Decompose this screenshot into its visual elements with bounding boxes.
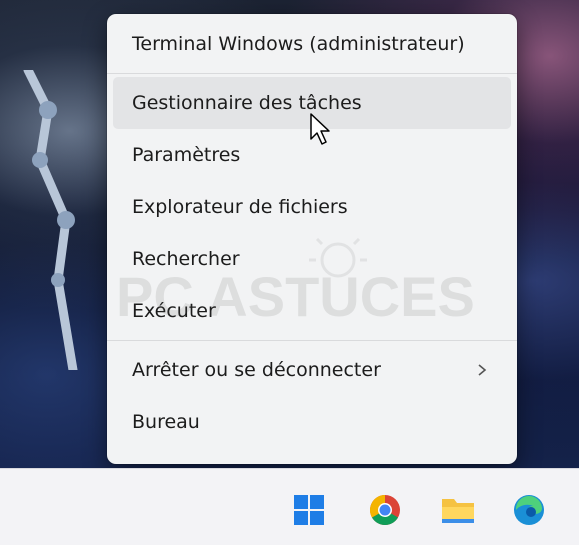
taskbar bbox=[0, 468, 579, 545]
menu-item-file-explorer[interactable]: Explorateur de fichiers bbox=[113, 181, 511, 233]
menu-item-run[interactable]: Exécuter bbox=[113, 285, 511, 337]
wallpaper-robot-arm bbox=[23, 70, 78, 370]
windows-start-icon[interactable] bbox=[292, 493, 326, 527]
file-explorer-icon[interactable] bbox=[441, 493, 475, 527]
menu-item-label: Explorateur de fichiers bbox=[132, 196, 348, 218]
edge-icon[interactable] bbox=[512, 493, 546, 527]
menu-item-label: Exécuter bbox=[132, 300, 216, 322]
menu-item-label: Bureau bbox=[132, 411, 200, 433]
menu-item-shutdown-signout[interactable]: Arrêter ou se déconnecter bbox=[113, 344, 511, 396]
menu-item-label: Gestionnaire des tâches bbox=[132, 92, 362, 114]
chevron-right-icon bbox=[478, 364, 487, 376]
menu-item-label: Paramètres bbox=[132, 144, 241, 166]
menu-item-label: Terminal Windows (administrateur) bbox=[132, 33, 465, 55]
menu-item-label: Arrêter ou se déconnecter bbox=[132, 359, 381, 381]
menu-item-terminal-admin[interactable]: Terminal Windows (administrateur) bbox=[113, 18, 511, 70]
menu-item-search[interactable]: Rechercher bbox=[113, 233, 511, 285]
chrome-icon[interactable] bbox=[368, 493, 402, 527]
menu-item-label: Rechercher bbox=[132, 248, 240, 270]
mouse-pointer-icon bbox=[310, 113, 330, 145]
menu-separator bbox=[107, 340, 517, 341]
menu-separator bbox=[107, 73, 517, 74]
menu-item-desktop[interactable]: Bureau bbox=[113, 396, 511, 448]
quick-link-context-menu: Terminal Windows (administrateur) Gestio… bbox=[107, 14, 517, 464]
